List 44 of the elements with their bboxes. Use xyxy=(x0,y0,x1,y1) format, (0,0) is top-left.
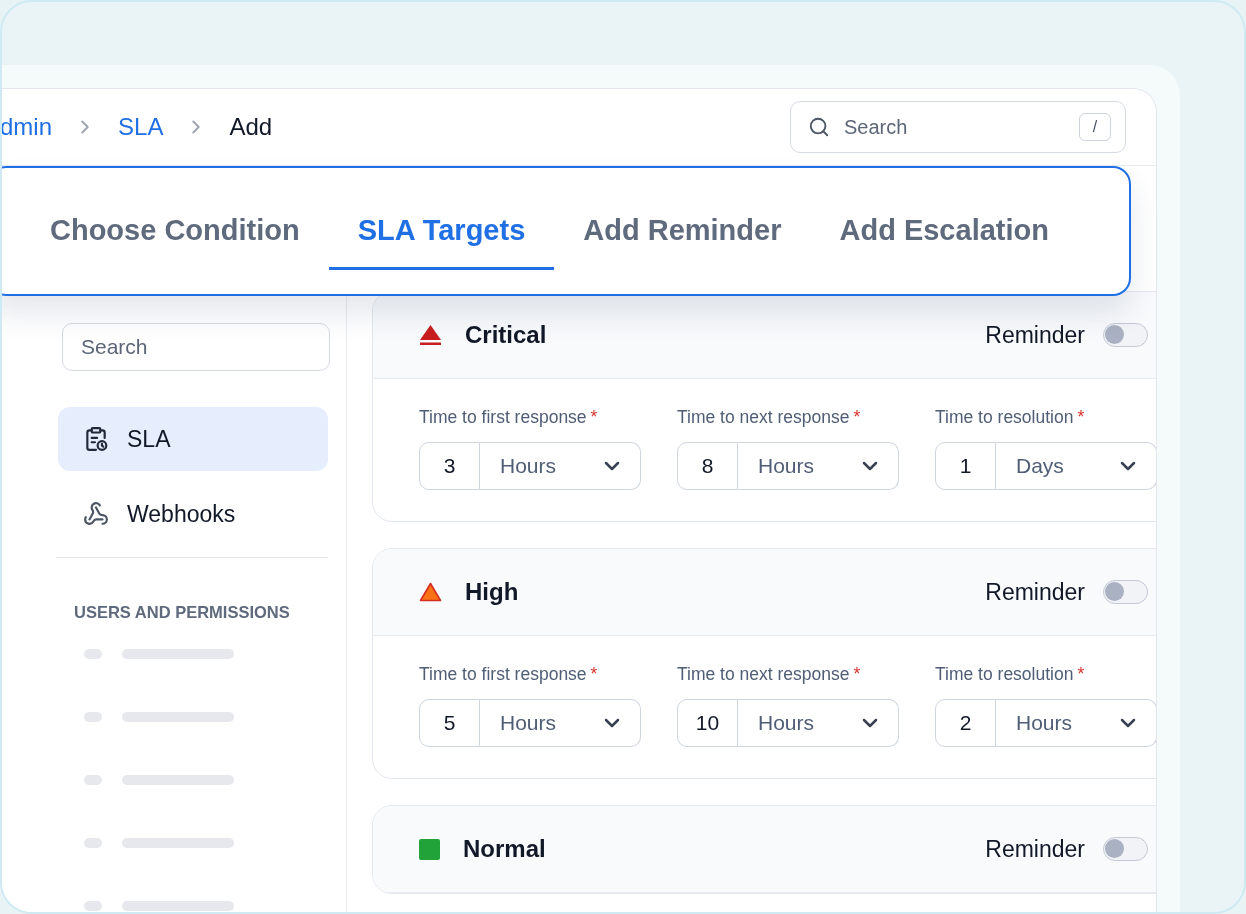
sidebar-item[interactable]: Webhooks xyxy=(58,482,328,546)
unit-dropdown[interactable]: Hours xyxy=(480,442,641,490)
number-input[interactable]: 8 xyxy=(677,442,738,490)
number-input[interactable]: 3 xyxy=(419,442,480,490)
sidebar-item[interactable]: SLA xyxy=(58,407,328,471)
breadcrumb-link[interactable]: SLA xyxy=(118,113,164,141)
unit-dropdown[interactable]: Hours xyxy=(480,699,641,747)
number-input[interactable]: 10 xyxy=(677,699,738,747)
reminder-label: Reminder xyxy=(985,578,1085,606)
search-field[interactable]: Search / xyxy=(790,101,1126,153)
search-input[interactable]: Search xyxy=(842,114,1067,140)
priority-title: Normal xyxy=(463,835,546,863)
unit-dropdown[interactable]: Hours xyxy=(738,442,899,490)
tab[interactable]: Add Reminder xyxy=(554,196,811,270)
webhook-icon xyxy=(83,501,109,527)
tab[interactable]: SLA Targets xyxy=(328,196,555,270)
search-icon xyxy=(808,116,830,138)
reminder-toggle[interactable] xyxy=(1103,837,1148,861)
reminder-toggle[interactable] xyxy=(1103,580,1148,604)
field-label: Time to next response * xyxy=(677,407,862,428)
priority-title: High xyxy=(465,578,519,606)
shortcut-key: / xyxy=(1079,113,1111,141)
tab[interactable]: Add Escalation xyxy=(810,196,1078,270)
reminder-toggle[interactable] xyxy=(1103,323,1148,347)
field-label: Time to first response * xyxy=(419,407,599,428)
sidebar-search-field[interactable]: Search xyxy=(62,323,330,371)
tab[interactable]: Choose Condition xyxy=(21,196,329,270)
number-input[interactable]: 1 xyxy=(935,442,996,490)
unit-dropdown[interactable]: Days xyxy=(996,442,1156,490)
sidebar-item-label: SLA xyxy=(127,425,171,453)
reminder-label: Reminder xyxy=(985,835,1085,863)
unit-dropdown[interactable]: Hours xyxy=(738,699,899,747)
section-heading: USERS AND PERMISSIONS xyxy=(74,603,291,622)
reminder-label: Reminder xyxy=(985,321,1085,349)
priority-title: Critical xyxy=(465,321,547,349)
unit-dropdown[interactable]: Hours xyxy=(996,699,1156,747)
field-label: Time to resolution * xyxy=(935,407,1086,428)
number-input[interactable]: 5 xyxy=(419,699,480,747)
field-label: Time to resolution * xyxy=(935,664,1086,685)
field-label: Time to first response * xyxy=(419,664,599,685)
clipboard-clock-icon xyxy=(83,426,109,452)
number-input[interactable]: 2 xyxy=(935,699,996,747)
sidebar-item-label: Webhooks xyxy=(127,500,236,528)
field-label: Time to next response * xyxy=(677,664,862,685)
